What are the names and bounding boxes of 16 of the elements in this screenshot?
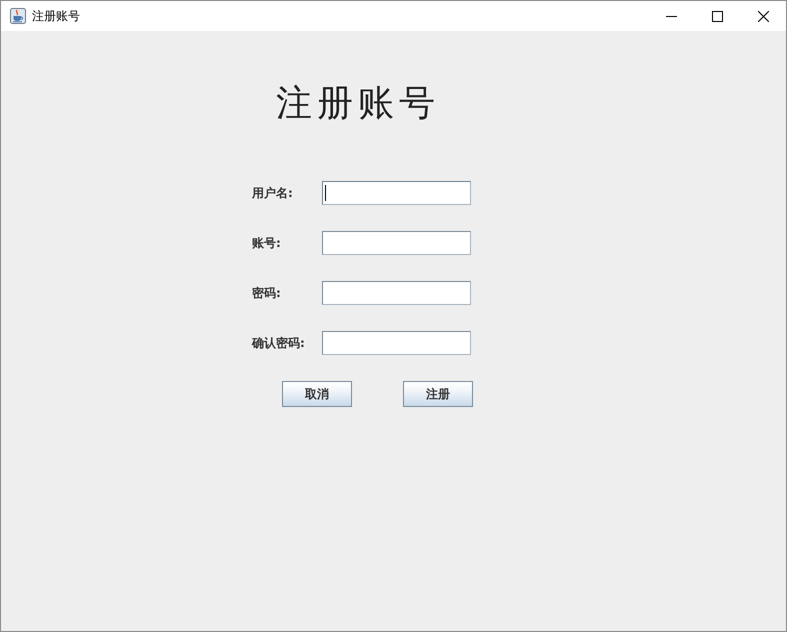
maximize-icon [712,10,722,22]
field-label: 确认密码: [252,334,305,352]
input-field[interactable] [322,181,471,205]
coffee-cup-icon [10,8,26,24]
page-heading: 注册账号 [276,83,440,123]
form-button[interactable]: 取消 [282,381,352,407]
window-title: 注册账号 [32,8,80,24]
input-field[interactable] [322,281,471,305]
close-icon [758,10,768,22]
text-cursor-icon [325,185,326,201]
input-field[interactable] [322,331,471,355]
form-button[interactable]: 注册 [403,381,473,407]
field-label: 用户名: [252,184,293,202]
field-label: 账号: [252,234,281,252]
field-label: 密码: [252,284,281,302]
input-field[interactable] [322,231,471,255]
